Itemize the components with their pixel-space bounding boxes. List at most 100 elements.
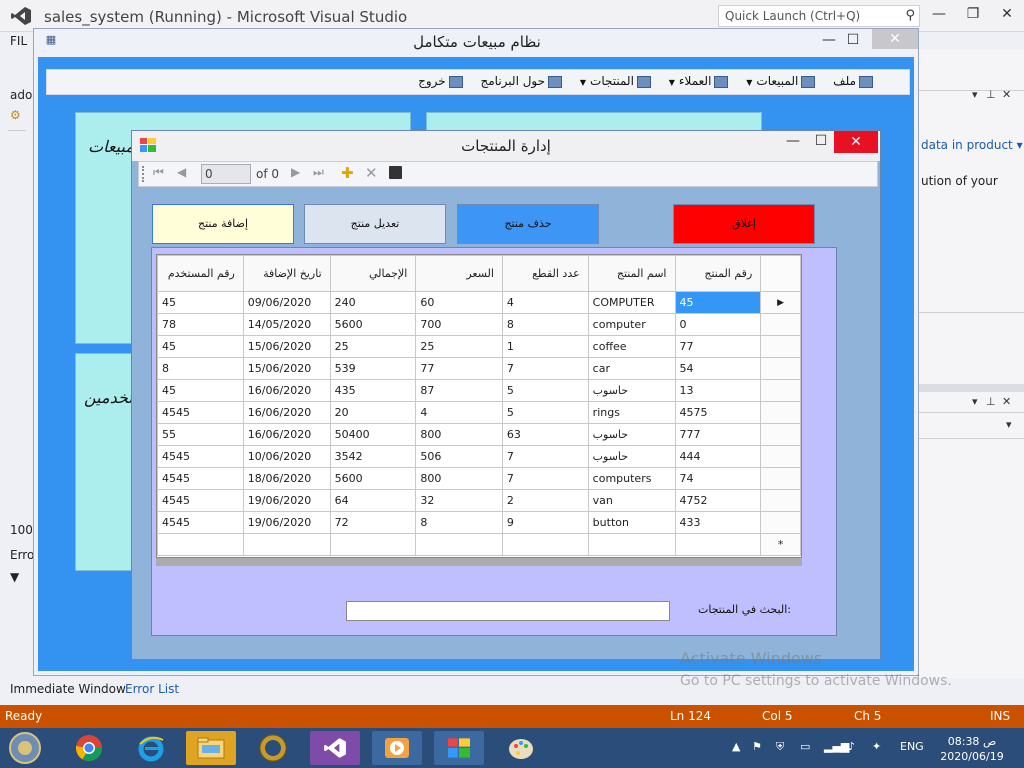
maximize-icon[interactable]: ☐ xyxy=(842,32,864,48)
cell-price[interactable]: 77 xyxy=(415,357,503,380)
cell-total[interactable]: 539 xyxy=(329,357,417,380)
menu-item-about[interactable]: حول البرنامج xyxy=(481,74,563,88)
filter-icon[interactable]: ▼ xyxy=(10,570,19,584)
cell-price[interactable]: 700 xyxy=(415,313,503,336)
cell-quantity[interactable]: 5 xyxy=(501,379,589,402)
panel-close-icon[interactable]: ✕ xyxy=(1002,88,1011,101)
cell-date-added[interactable]: 09/06/2020 xyxy=(242,291,331,314)
table-row[interactable]: 4575 rings 5 4 20 16/06/2020 4545 xyxy=(157,401,801,424)
cell-price[interactable]: 800 xyxy=(415,423,503,446)
cell-date-added[interactable]: 19/06/2020 xyxy=(242,489,331,512)
cell-price[interactable]: 60 xyxy=(415,291,503,314)
cell-quantity[interactable]: 7 xyxy=(501,467,589,490)
cell-product-id[interactable]: 13 xyxy=(674,379,762,402)
cell-product-name[interactable]: rings xyxy=(587,401,676,424)
column-header-quantity[interactable]: عدد القطع xyxy=(501,255,589,292)
save-icon[interactable] xyxy=(389,166,402,179)
close-icon[interactable]: ✕ xyxy=(996,6,1018,22)
cell-total[interactable]: 240 xyxy=(329,291,417,314)
cell-product-name[interactable]: button xyxy=(587,511,676,534)
cell-date-added[interactable]: 15/06/2020 xyxy=(242,335,331,358)
cell-product-id[interactable]: 777 xyxy=(674,423,762,446)
cell-quantity[interactable]: 7 xyxy=(501,445,589,468)
close-icon[interactable]: ✕ xyxy=(872,29,918,49)
move-next-icon[interactable]: ▶ xyxy=(291,165,300,179)
table-row[interactable]: 74 computers 7 800 5600 18/06/2020 4545 xyxy=(157,467,801,490)
table-row[interactable]: 77 coffee 1 25 25 15/06/2020 45 xyxy=(157,335,801,358)
new-row-cell[interactable] xyxy=(674,533,762,556)
media-player-icon[interactable] xyxy=(372,731,422,765)
minimize-icon[interactable]: — xyxy=(818,32,840,48)
shield-icon[interactable]: ⛨ xyxy=(776,740,784,754)
cell-product-name[interactable]: coffee xyxy=(587,335,676,358)
new-row-cell[interactable] xyxy=(587,533,676,556)
paint-icon[interactable] xyxy=(496,731,546,765)
toolbar-grip[interactable] xyxy=(142,166,145,182)
cell-quantity[interactable]: 1 xyxy=(501,335,589,358)
panel-close-icon[interactable]: ✕ xyxy=(1002,395,1011,408)
cell-product-name[interactable]: computers xyxy=(587,467,676,490)
column-header-date-added[interactable]: تاريخ الإضافة xyxy=(242,255,331,292)
start-icon[interactable] xyxy=(2,731,48,765)
action-center-icon[interactable]: ⚑ xyxy=(752,740,762,753)
row-header[interactable] xyxy=(760,335,801,358)
cell-user-id[interactable]: 4545 xyxy=(157,511,244,534)
row-header[interactable] xyxy=(760,313,801,336)
vs-menu-file[interactable]: FIL xyxy=(10,34,27,48)
table-row[interactable]: 444 حاسوب 7 506 3542 10/06/2020 4545 xyxy=(157,445,801,468)
cell-quantity[interactable]: 9 xyxy=(501,511,589,534)
visual-studio-taskbar-icon[interactable] xyxy=(310,731,360,765)
cell-product-id[interactable]: 444 xyxy=(674,445,762,468)
cell-product-id[interactable]: 74 xyxy=(674,467,762,490)
cell-total[interactable]: 50400 xyxy=(329,423,417,446)
cell-product-id[interactable]: 433 xyxy=(674,511,762,534)
property-icon[interactable]: ⚙ xyxy=(10,108,21,122)
move-first-icon[interactable]: ⏮ xyxy=(153,165,164,180)
cell-date-added[interactable]: 14/05/2020 xyxy=(242,313,331,336)
column-header-user-id[interactable]: رقم المستخدم xyxy=(157,255,244,292)
column-header-product-id[interactable]: رقم المنتج xyxy=(674,255,762,292)
menu-item-customers[interactable]: العملاء▼ xyxy=(669,74,729,88)
new-row-cell[interactable] xyxy=(415,533,503,556)
cell-quantity[interactable]: 63 xyxy=(501,423,589,446)
cell-user-id[interactable]: 45 xyxy=(157,335,244,358)
cell-quantity[interactable]: 5 xyxy=(501,401,589,424)
table-row[interactable]: 4752 van 2 32 64 19/06/2020 4545 xyxy=(157,489,801,512)
search-input[interactable] xyxy=(346,601,670,621)
cell-product-name[interactable]: van xyxy=(587,489,676,512)
quick-launch-input[interactable]: Quick Launch (Ctrl+Q) ⚲ xyxy=(718,5,920,27)
row-header[interactable] xyxy=(760,423,801,446)
move-previous-icon[interactable]: ◀ xyxy=(177,165,186,179)
row-header[interactable] xyxy=(760,379,801,402)
volume-icon[interactable]: ♪ xyxy=(848,740,855,753)
cell-price[interactable]: 32 xyxy=(415,489,503,512)
new-row-cell[interactable] xyxy=(329,533,417,556)
table-row[interactable]: 54 car 7 77 539 15/06/2020 8 xyxy=(157,357,801,380)
row-header[interactable] xyxy=(760,489,801,512)
minimize-icon[interactable]: — xyxy=(782,133,804,149)
internet-explorer-icon[interactable] xyxy=(126,731,176,765)
new-row-cell[interactable] xyxy=(501,533,589,556)
table-row[interactable]: ▶ 45 COMPUTER 4 60 240 09/06/2020 45 xyxy=(157,291,801,314)
network-icon[interactable]: ▭ xyxy=(800,740,810,753)
cell-user-id[interactable]: 78 xyxy=(157,313,244,336)
taskbar-clock[interactable]: 08:38 ص 2020/06/19 xyxy=(938,734,1006,764)
cell-date-added[interactable]: 10/06/2020 xyxy=(242,445,331,468)
move-last-icon[interactable]: ⏭ xyxy=(313,165,324,180)
delete-product-button[interactable]: حذف منتج xyxy=(457,204,599,244)
add-product-button[interactable]: إضافة منتج xyxy=(152,204,294,244)
cell-total[interactable]: 5600 xyxy=(329,313,417,336)
dropdown-icon[interactable]: ▾ xyxy=(972,88,978,101)
restore-icon[interactable]: ❐ xyxy=(962,6,984,22)
menu-item-sales[interactable]: المبيعات▼ xyxy=(746,74,816,88)
close-icon[interactable]: ✕ xyxy=(834,131,878,153)
cell-price[interactable]: 25 xyxy=(415,335,503,358)
cell-date-added[interactable]: 16/06/2020 xyxy=(242,423,331,446)
cell-user-id[interactable]: 4545 xyxy=(157,401,244,424)
cell-date-added[interactable]: 15/06/2020 xyxy=(242,357,331,380)
row-header[interactable] xyxy=(760,357,801,380)
row-header[interactable] xyxy=(760,401,801,424)
sales-app-taskbar-icon[interactable] xyxy=(434,731,484,765)
new-row[interactable]: * xyxy=(157,533,801,556)
column-header-product-name[interactable]: اسم المنتج xyxy=(587,255,676,292)
